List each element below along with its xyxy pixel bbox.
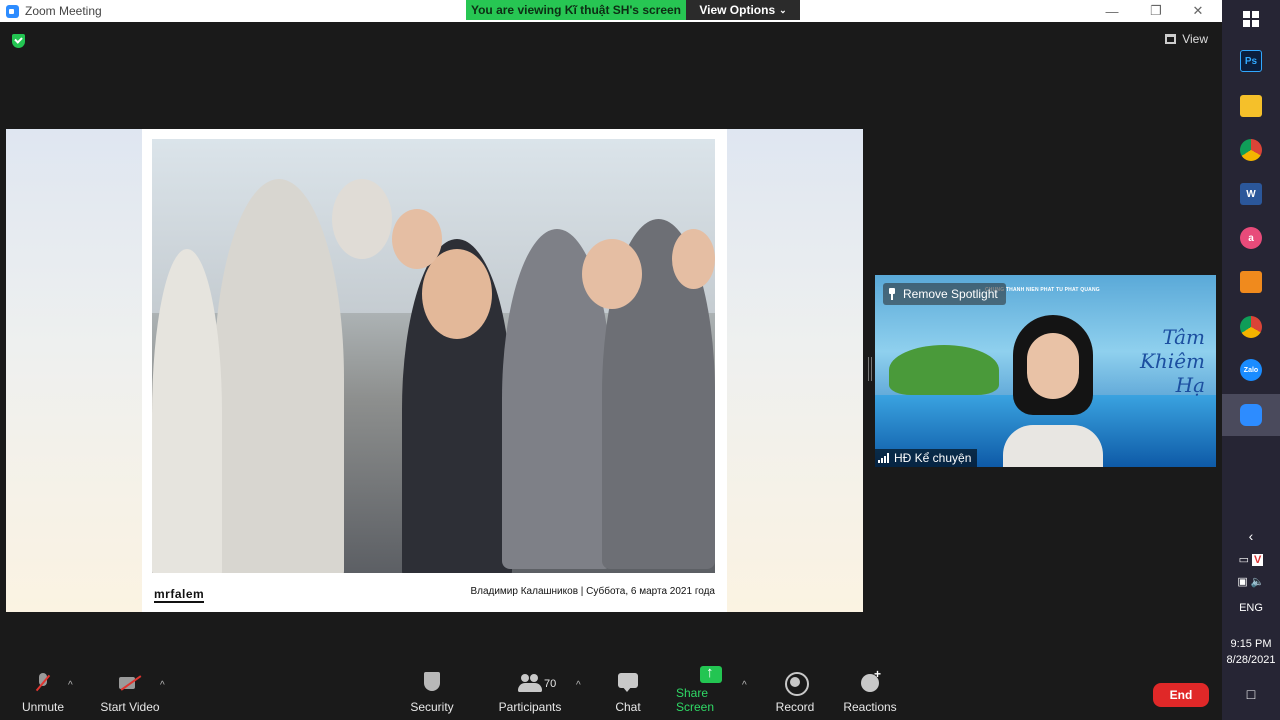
share-screen-label: Share Screen bbox=[676, 686, 715, 714]
security-button[interactable]: Security bbox=[408, 664, 456, 720]
chat-label: Chat bbox=[615, 700, 641, 714]
start-video-label: Start Video bbox=[100, 700, 160, 714]
participant-body bbox=[1003, 425, 1103, 467]
record-icon bbox=[783, 672, 809, 696]
zoom-window: Zoom Meeting — ❐ ✕ You are viewing Kĩ th… bbox=[0, 0, 1222, 720]
notification-center-icon[interactable]: □ bbox=[1222, 686, 1280, 702]
tray-icons-row-2[interactable]: ▣ 🔈 bbox=[1222, 575, 1280, 588]
window-title: Zoom Meeting bbox=[25, 4, 102, 18]
share-options-chevron-icon[interactable]: ^ bbox=[742, 680, 747, 691]
chrome-icon[interactable] bbox=[1240, 139, 1262, 161]
chevron-left-icon[interactable]: ‹ bbox=[1222, 528, 1280, 544]
security-shield-icon bbox=[420, 672, 444, 694]
chat-bubble-icon bbox=[616, 672, 640, 694]
photo-figure bbox=[214, 179, 344, 573]
video-background-script: Tâm Khiêm Hạ bbox=[1139, 325, 1205, 397]
video-background-island bbox=[889, 345, 999, 395]
security-label: Security bbox=[410, 700, 454, 714]
photo-figure bbox=[392, 209, 442, 269]
remove-spotlight-label: Remove Spotlight bbox=[903, 287, 998, 301]
photo-figure bbox=[582, 239, 642, 309]
viewing-banner: You are viewing Kĩ thuật SH's screen bbox=[466, 0, 686, 20]
audio-options-chevron-icon[interactable]: ^ bbox=[68, 680, 73, 691]
close-icon[interactable]: ✕ bbox=[1176, 0, 1220, 22]
reactions-label: Reactions bbox=[843, 700, 897, 714]
meeting-toolbar: Unmute ^ Start Video ^ Security Particip… bbox=[0, 664, 1222, 720]
view-label: View bbox=[1182, 32, 1208, 46]
camera-off-icon bbox=[118, 672, 142, 694]
photo-figure bbox=[332, 179, 392, 259]
windows-start-icon[interactable] bbox=[1243, 11, 1259, 27]
chevron-down-icon: ⌄ bbox=[779, 4, 787, 15]
app-pink-icon[interactable]: a bbox=[1240, 227, 1262, 249]
photo-figure bbox=[672, 229, 715, 289]
participant-video bbox=[1003, 315, 1103, 467]
slide-caption: Владимир Калашников | Суббота, 6 марта 2… bbox=[470, 586, 715, 597]
share-screen-button[interactable]: Share Screen bbox=[676, 664, 746, 720]
video-options-chevron-icon[interactable]: ^ bbox=[160, 680, 165, 691]
participants-label: Participants bbox=[498, 700, 562, 714]
signal-strength-icon bbox=[878, 453, 890, 463]
participant-name: HĐ Kể chuyện bbox=[894, 451, 972, 465]
security-shield-icon[interactable] bbox=[12, 34, 25, 48]
participants-count: 70 bbox=[544, 678, 557, 690]
tray-icons-row-1[interactable]: ▭ V bbox=[1222, 553, 1280, 566]
pin-icon bbox=[887, 288, 897, 300]
clock-date[interactable]: 8/28/2021 bbox=[1222, 654, 1280, 666]
unmute-label: Unmute bbox=[21, 700, 65, 714]
share-screen-icon bbox=[699, 664, 723, 683]
remove-spotlight-button[interactable]: Remove Spotlight bbox=[883, 283, 1006, 305]
shared-screen[interactable]: mrfalem Владимир Калашников | Суббота, 6… bbox=[6, 129, 863, 612]
slide-logo: mrfalem bbox=[154, 587, 205, 603]
spotlight-video-tile[interactable]: CHUNG THANH NIEN PHAT TU PHAT QUANG Tâm … bbox=[875, 275, 1216, 467]
view-options-label: View Options bbox=[699, 3, 776, 17]
view-button[interactable]: View bbox=[1165, 32, 1208, 46]
microphone-muted-icon bbox=[31, 672, 55, 694]
chat-button[interactable]: Chat bbox=[612, 664, 644, 720]
start-video-button[interactable]: Start Video bbox=[100, 664, 160, 720]
splitter-handle[interactable] bbox=[868, 357, 872, 381]
shared-slide: mrfalem Владимир Калашников | Суббота, 6… bbox=[142, 129, 727, 612]
clock-time[interactable]: 9:15 PM bbox=[1222, 638, 1280, 650]
restore-icon[interactable]: ❐ bbox=[1134, 0, 1178, 22]
word-icon[interactable]: W bbox=[1240, 183, 1262, 205]
reactions-smiley-icon bbox=[858, 667, 882, 694]
participants-button[interactable]: Participants bbox=[498, 664, 562, 720]
file-explorer-icon[interactable] bbox=[1240, 95, 1262, 117]
chrome-alt-icon[interactable] bbox=[1240, 316, 1262, 338]
slide-photo bbox=[152, 139, 715, 573]
windows-taskbar: Ps W a Zalo ‹ ▭ V ▣ 🔈 ENG 9:15 PM 8/28/2… bbox=[1222, 0, 1280, 720]
zalo-icon[interactable]: Zalo bbox=[1240, 359, 1262, 381]
language-indicator[interactable]: ENG bbox=[1222, 602, 1280, 614]
participant-name-tag: HĐ Kể chuyện bbox=[875, 449, 978, 467]
participants-options-chevron-icon[interactable]: ^ bbox=[576, 680, 581, 691]
photoshop-icon[interactable]: Ps bbox=[1240, 50, 1262, 72]
zoom-app-icon bbox=[6, 4, 19, 18]
zoom-taskbar-icon[interactable] bbox=[1240, 404, 1262, 426]
reactions-button[interactable]: Reactions bbox=[842, 664, 898, 720]
participant-face bbox=[1027, 333, 1079, 399]
photo-figure bbox=[152, 249, 222, 573]
end-meeting-button[interactable]: End bbox=[1153, 683, 1209, 707]
record-button[interactable]: Record bbox=[774, 664, 816, 720]
participants-icon bbox=[518, 672, 542, 694]
record-label: Record bbox=[775, 700, 815, 714]
unmute-button[interactable]: Unmute bbox=[20, 664, 66, 720]
app-orange-icon[interactable] bbox=[1240, 271, 1262, 293]
view-options-button[interactable]: View Options ⌄ bbox=[686, 0, 800, 20]
minimize-icon[interactable]: — bbox=[1090, 0, 1134, 22]
grid-view-icon bbox=[1165, 34, 1177, 44]
